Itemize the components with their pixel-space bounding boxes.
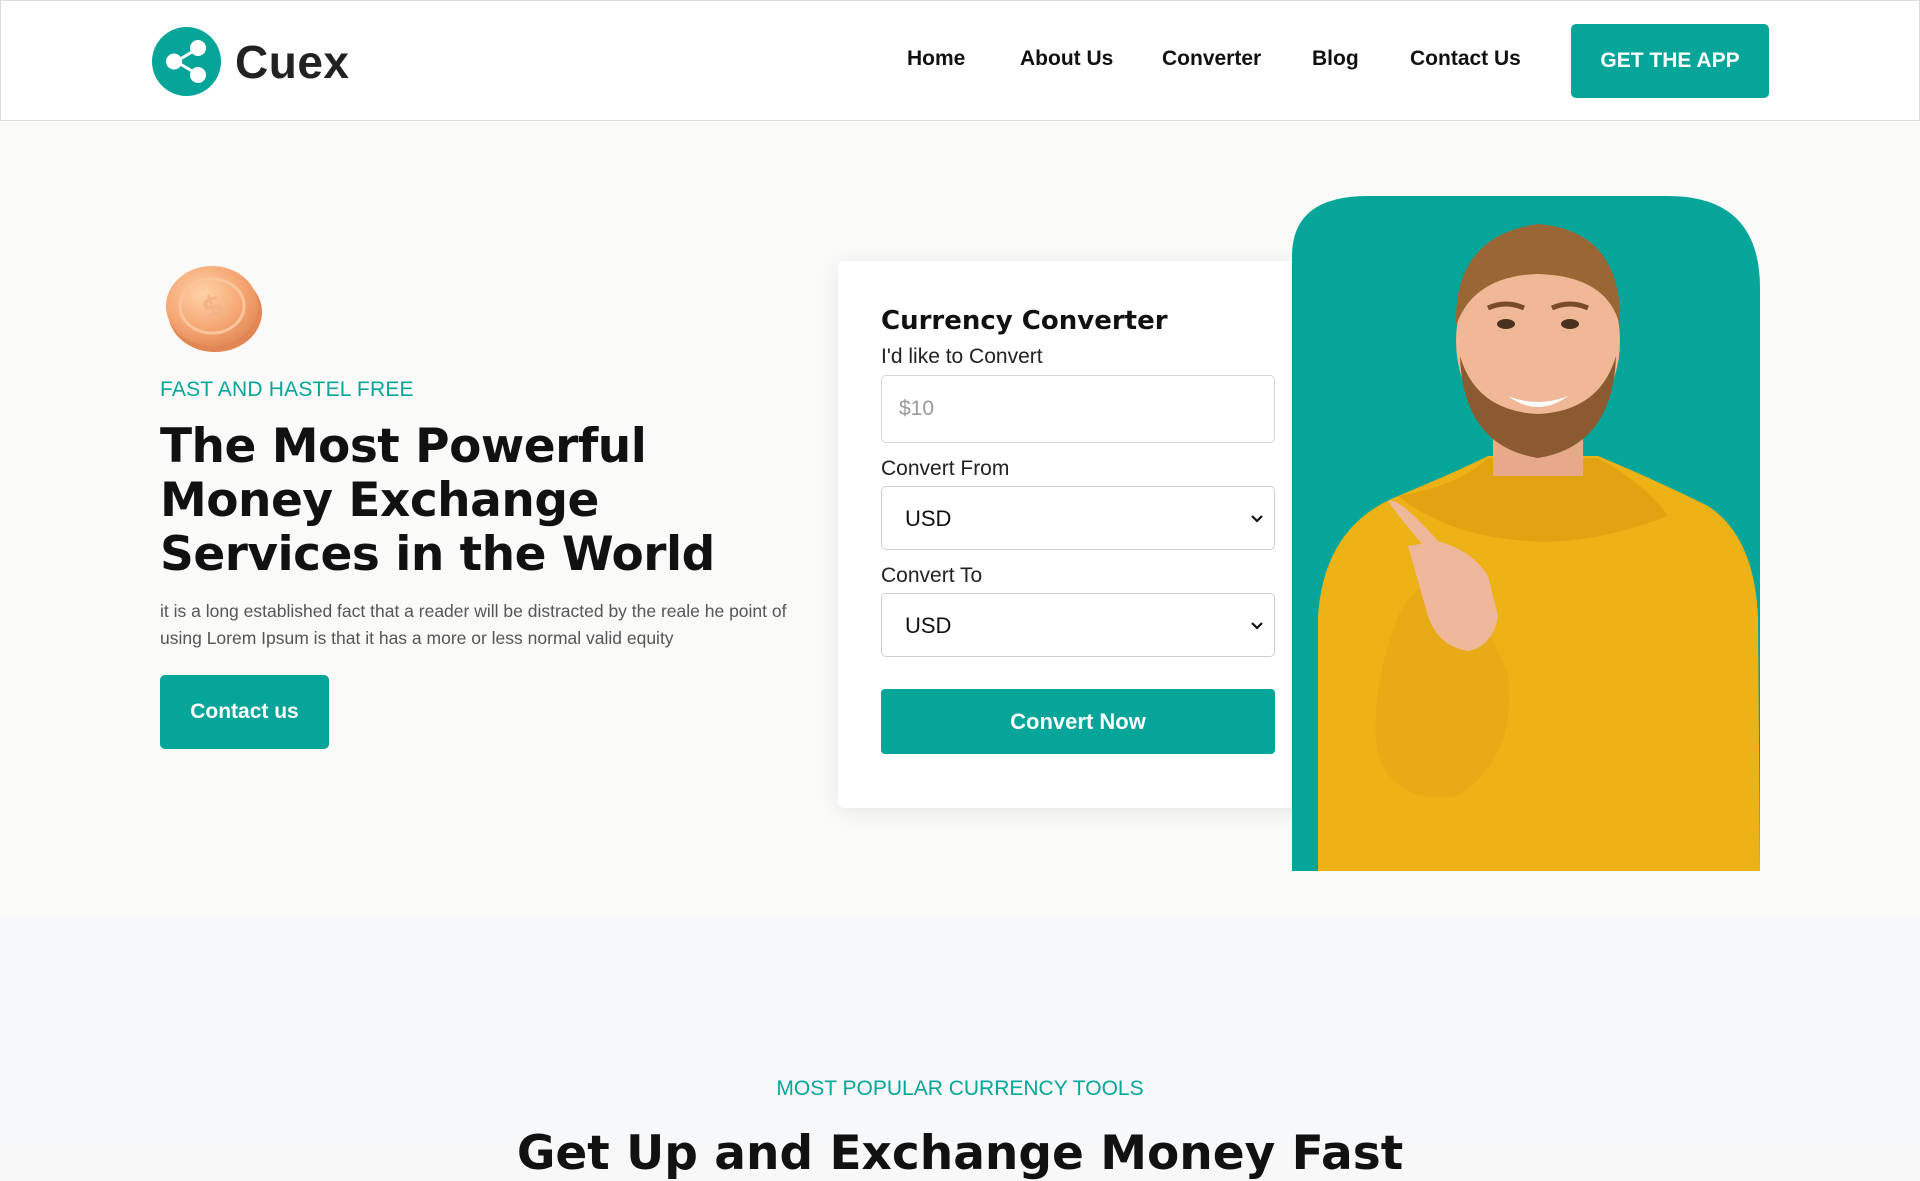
nav-link-converter[interactable]: Converter <box>1162 47 1261 71</box>
logo-icon <box>152 27 221 96</box>
hero-description: it is a long established fact that a rea… <box>160 601 787 648</box>
chevron-down-icon <box>1250 511 1264 529</box>
section-eyebrow: MOST POPULAR CURRENCY TOOLS <box>776 1077 1144 1100</box>
site-header: Cuex Home About Us Converter Blog Contac… <box>0 0 1920 121</box>
amount-label: I'd like to Convert <box>881 345 1043 368</box>
nav-link-contact[interactable]: Contact Us <box>1410 47 1521 71</box>
chevron-down-icon <box>1250 618 1264 636</box>
currency-tools-section: MOST POPULAR CURRENCY TOOLS Get Up and E… <box>0 916 1920 1181</box>
nav-link-about[interactable]: About Us <box>1020 47 1113 71</box>
nav-link-home[interactable]: Home <box>907 47 965 71</box>
section-title: Get Up and Exchange Money Fast <box>516 1126 1404 1181</box>
get-the-app-button[interactable]: GET THE APP <box>1571 24 1769 98</box>
convert-now-button[interactable]: Convert Now <box>881 689 1275 754</box>
convert-from-label: Convert From <box>881 457 1010 480</box>
hero-person-image <box>1288 196 1761 872</box>
hero-eyebrow: FAST AND HASTEL FREE <box>160 378 414 401</box>
amount-input[interactable] <box>881 375 1275 443</box>
dollar-coin-icon: $ <box>162 262 264 354</box>
brand-name: Cuex <box>235 35 350 88</box>
nav-link-blog[interactable]: Blog <box>1312 47 1359 71</box>
currency-converter-card: Currency Converter I'd like to Convert C… <box>838 261 1318 808</box>
convert-to-label: Convert To <box>881 564 983 587</box>
convert-from-value: USD <box>905 506 952 531</box>
brand-logo[interactable]: Cuex <box>152 27 349 96</box>
convert-from-select[interactable]: USD <box>881 486 1275 550</box>
hero-title: The Most Powerful Money Exchange Service… <box>160 419 715 582</box>
convert-to-select[interactable]: USD <box>881 593 1275 657</box>
converter-title: Currency Converter <box>881 306 1168 336</box>
convert-to-value: USD <box>905 613 952 638</box>
contact-us-button[interactable]: Contact us <box>160 675 329 749</box>
